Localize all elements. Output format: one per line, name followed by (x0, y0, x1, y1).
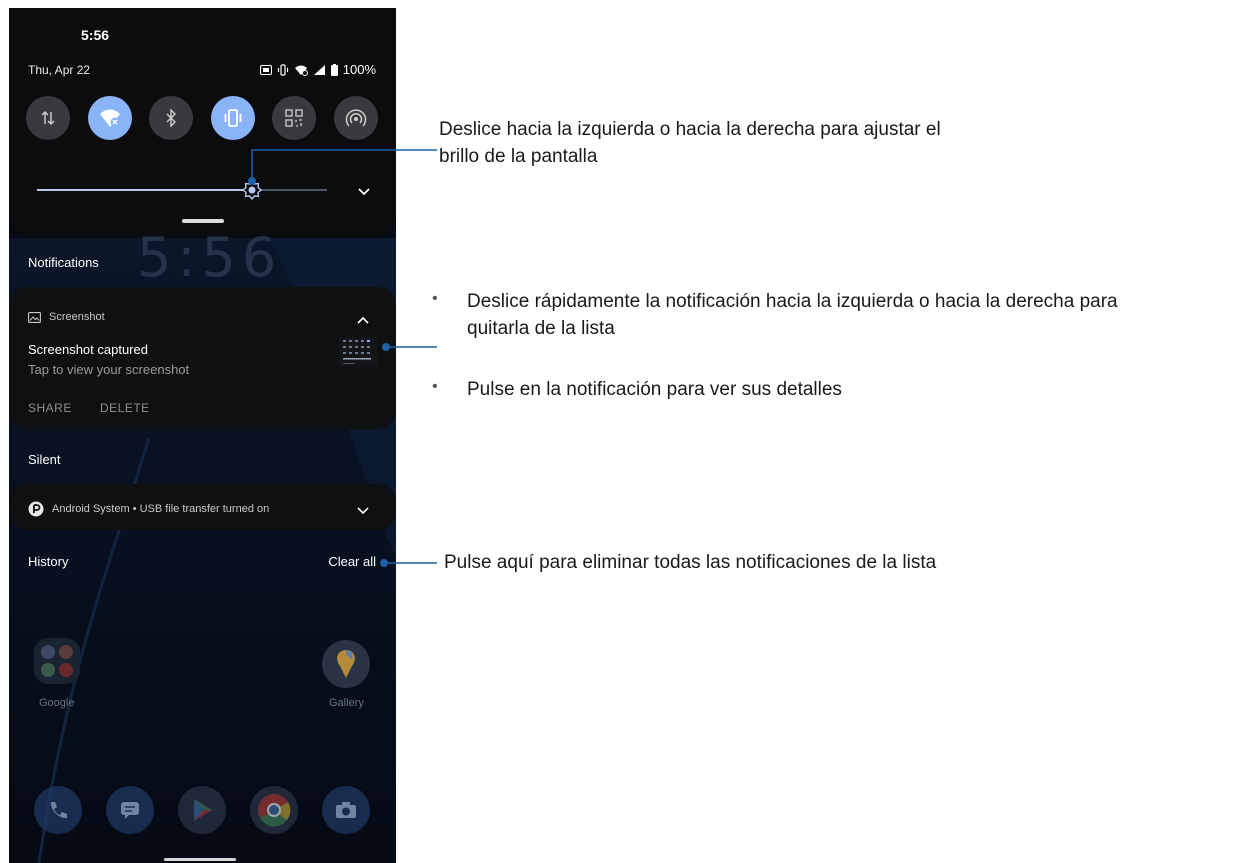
collapse-notification-button[interactable] (356, 312, 370, 330)
brightness-track-filled (37, 189, 252, 191)
status-icons: 100% (259, 62, 376, 77)
signal-icon (313, 64, 326, 76)
history-label[interactable]: History (28, 554, 68, 569)
brightness-track-empty (252, 189, 327, 191)
tile-mobile-data[interactable] (26, 96, 70, 140)
chevron-down-icon (357, 507, 369, 515)
messages-app[interactable] (106, 786, 154, 834)
bullet-1: • (432, 290, 438, 307)
swipe-annotation: Deslice rápidamente la notificación haci… (467, 288, 1118, 342)
quick-settings-panel: 5:56 Thu, Apr 22 100% (9, 8, 396, 236)
status-time: 5:56 (81, 27, 110, 43)
status-date: Thu, Apr 22 (28, 63, 91, 77)
vibrate-icon (224, 109, 242, 127)
play-store-icon (194, 799, 212, 821)
silent-header: Silent (28, 452, 61, 467)
chrome-app[interactable] (250, 786, 298, 834)
brightness-annotation-line-1: Deslice hacia la izquierda o hacia la de… (439, 119, 941, 140)
mobile-data-icon (41, 111, 55, 125)
tile-hotspot[interactable] (333, 96, 378, 140)
expand-notification-button[interactable] (356, 503, 370, 521)
screenshot-thumbnail[interactable] (339, 337, 377, 367)
gallery-label: Gallery (329, 697, 364, 709)
chevron-down-icon (358, 188, 370, 196)
notification-app-row: Screenshot (28, 311, 105, 323)
brightness-slider[interactable] (37, 178, 327, 202)
android-system-notification[interactable]: Android System • USB file transfer turne… (9, 484, 396, 530)
bullet-2: • (432, 378, 438, 395)
system-notification-text: Android System • USB file transfer turne… (52, 503, 270, 515)
notification-text: Tap to view your screenshot (28, 362, 190, 377)
tile-vibrate[interactable] (210, 96, 255, 140)
gallery-app[interactable] (322, 640, 370, 688)
brightness-icon (241, 179, 263, 201)
clear-all-button[interactable]: Clear all (328, 554, 376, 569)
tile-bluetooth[interactable] (149, 96, 194, 140)
home-gesture-bar[interactable] (164, 858, 236, 861)
vibrate-status-icon (277, 63, 289, 76)
chevron-up-icon (357, 316, 369, 324)
tile-qr-scanner[interactable] (272, 96, 317, 140)
clear-annotation: Pulse aquí para eliminar todas las notif… (444, 552, 937, 573)
swipe-annotation-line-2: quitarla de la lista (467, 318, 615, 339)
message-icon (121, 802, 139, 819)
notification-app-name: Screenshot (49, 311, 105, 323)
phone-screen: 5:56 5:56 Thu, Apr 22 100% Notifications… (9, 8, 396, 863)
notification-title: Screenshot captured (28, 342, 148, 357)
system-notification-row: Android System • USB file transfer turne… (28, 501, 269, 517)
notifications-header: Notifications (28, 255, 99, 270)
wifi-status-icon (294, 64, 308, 76)
wifi-icon (99, 109, 120, 127)
phone-app[interactable] (34, 786, 82, 834)
gallery-icon (337, 650, 355, 678)
camera-app[interactable] (322, 786, 370, 834)
play-store-app[interactable] (178, 786, 226, 834)
phone-icon (50, 802, 67, 819)
swipe-annotation-line-1: Deslice rápidamente la notificación haci… (467, 291, 1118, 312)
tap-annotation: Pulse en la notificación para ver sus de… (467, 379, 842, 400)
bluetooth-icon (166, 109, 177, 127)
nfc-icon (259, 64, 272, 75)
quick-tiles (26, 96, 378, 140)
hotspot-icon (345, 109, 367, 127)
android-system-icon (28, 501, 44, 517)
battery-icon (330, 63, 338, 76)
qr-scanner-icon (285, 109, 304, 127)
drag-handle[interactable] (182, 219, 224, 223)
brightness-thumb[interactable] (241, 179, 263, 201)
brightness-annotation: Deslice hacia la izquierda o hacia la de… (439, 116, 941, 170)
tile-wifi[interactable] (87, 96, 132, 140)
chrome-icon (258, 794, 291, 827)
google-folder[interactable] (34, 638, 80, 684)
brightness-annotation-line-2: brillo de la pantalla (439, 146, 598, 167)
google-label: Google (39, 697, 75, 709)
expand-quick-settings-button[interactable] (357, 184, 371, 202)
google-apps-icon (41, 645, 73, 677)
camera-icon (336, 802, 356, 818)
screenshot-notification[interactable]: Screenshot Screenshot captured Tap to vi… (9, 287, 396, 429)
delete-action[interactable]: DELETE (100, 401, 150, 415)
thumbnail-graphic (343, 340, 371, 364)
screenshot-icon (28, 311, 41, 323)
battery-percent: 100% (342, 62, 376, 77)
share-action[interactable]: SHARE (28, 401, 72, 415)
